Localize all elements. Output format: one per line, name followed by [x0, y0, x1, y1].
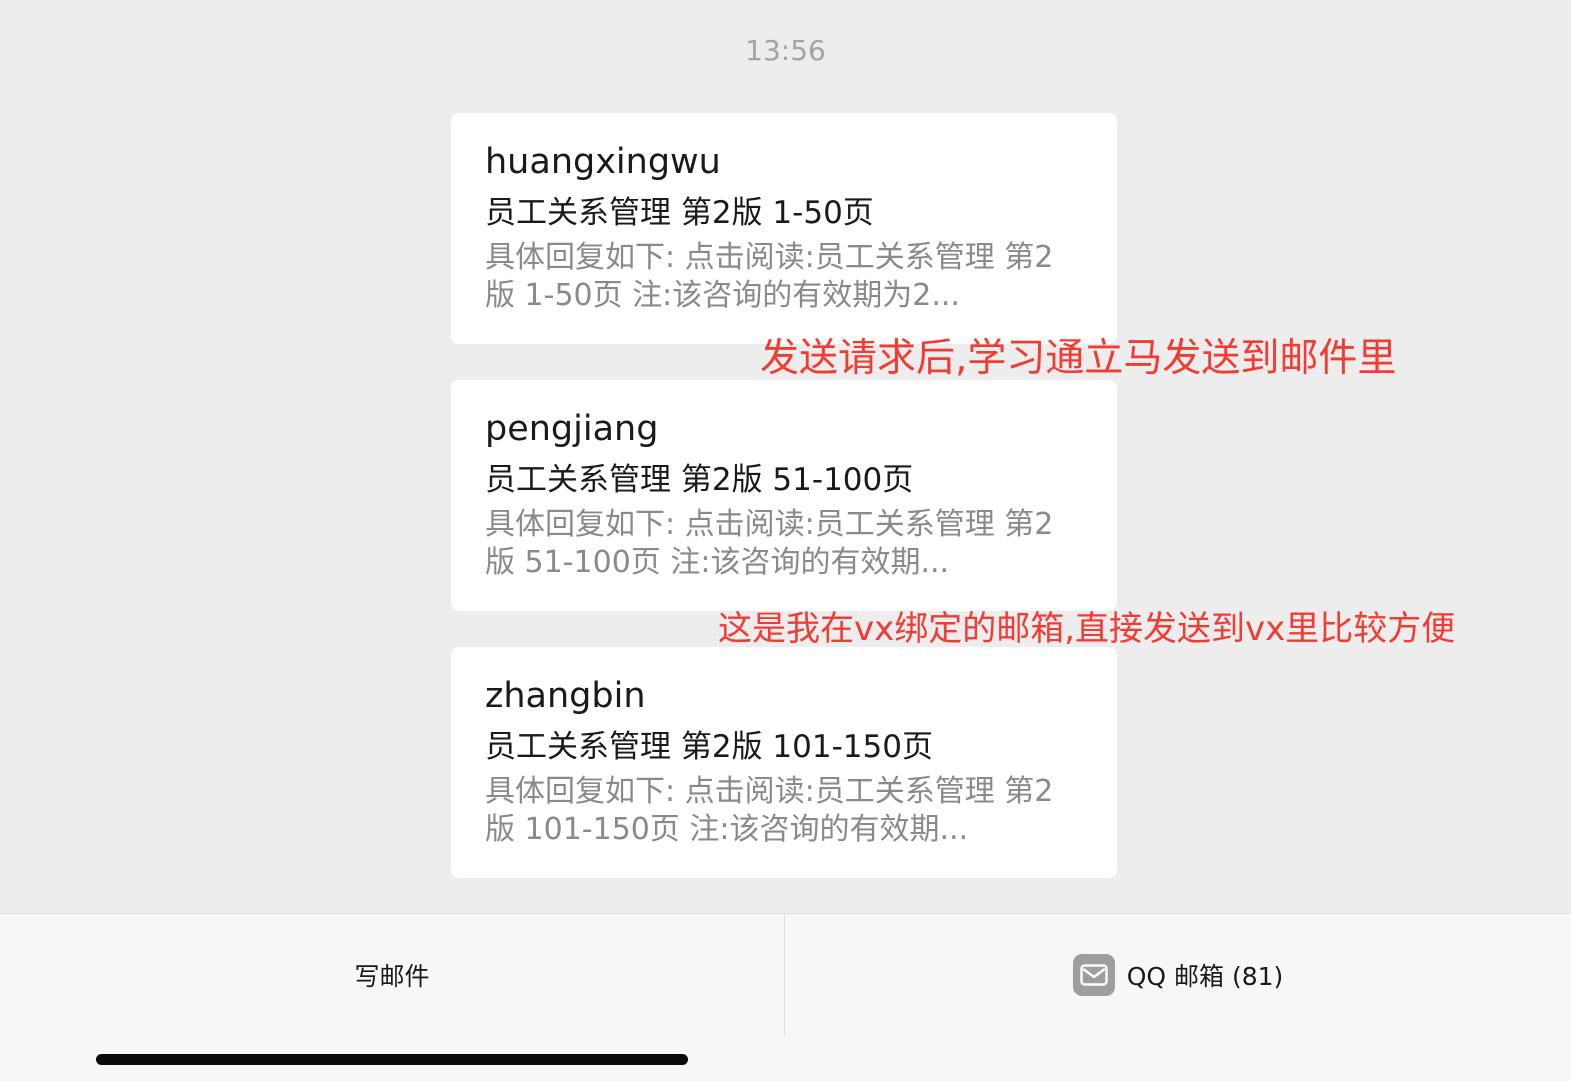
compose-mail-label: 写邮件: [354, 962, 430, 991]
mail-sender: zhangbin: [485, 676, 646, 716]
mail-sender: huangxingwu: [485, 142, 721, 182]
home-indicator[interactable]: [96, 1054, 688, 1065]
mail-subject: 员工关系管理 第2版 1-50页: [485, 195, 874, 231]
mail-subject: 员工关系管理 第2版 51-100页: [485, 462, 914, 498]
annotation-note-email-delivery: 发送请求后,学习通立马发送到邮件里: [760, 336, 1397, 381]
mail-card[interactable]: zhangbin 员工关系管理 第2版 101-150页 具体回复如下: 点击阅…: [451, 647, 1117, 878]
qq-mailbox-label: QQ 邮箱 (81): [1126, 962, 1284, 991]
mail-card[interactable]: huangxingwu 员工关系管理 第2版 1-50页 具体回复如下: 点击阅…: [451, 113, 1117, 344]
mail-preview: 具体回复如下: 点击阅读:员工关系管理 第2版 51-100页 注:该咨询的有效…: [485, 507, 1054, 580]
qq-mailbox-button[interactable]: QQ 邮箱 (81): [785, 914, 1571, 1036]
mail-preview: 具体回复如下: 点击阅读:员工关系管理 第2版 101-150页 注:该咨询的有…: [485, 774, 1054, 847]
envelope-icon: [1072, 954, 1115, 996]
message-timestamp: 13:56: [745, 34, 826, 67]
compose-mail-button[interactable]: 写邮件: [0, 914, 784, 1036]
mail-subject: 员工关系管理 第2版 101-150页: [485, 729, 933, 765]
mail-card[interactable]: pengjiang 员工关系管理 第2版 51-100页 具体回复如下: 点击阅…: [451, 380, 1117, 611]
mail-preview: 具体回复如下: 点击阅读:员工关系管理 第2版 1-50页 注:该咨询的有效期为…: [485, 240, 1054, 313]
mail-sender: pengjiang: [485, 409, 659, 449]
annotation-note-wechat-binding: 这是我在vx绑定的邮箱,直接发送到vx里比较方便: [718, 609, 1456, 649]
